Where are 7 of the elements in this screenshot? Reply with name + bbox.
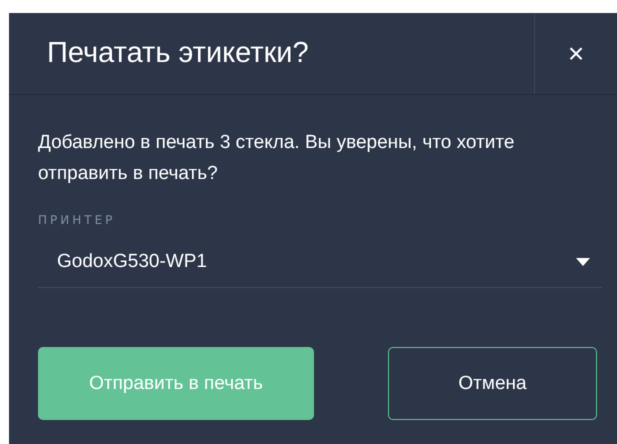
cancel-button[interactable]: Отмена — [388, 347, 597, 420]
caret-icon — [576, 258, 590, 266]
printer-select[interactable]: GodoxG530-WP1 — [38, 251, 602, 288]
field-label: ПРИНТЕР — [38, 213, 116, 227]
message: Добавлено в печать 3 стекла. Вы уверены, что хотите отправить в печать? — [38, 131, 516, 186]
dialog-title: Печатать этикетки? — [47, 37, 309, 70]
close-button[interactable]: × — [535, 13, 617, 94]
